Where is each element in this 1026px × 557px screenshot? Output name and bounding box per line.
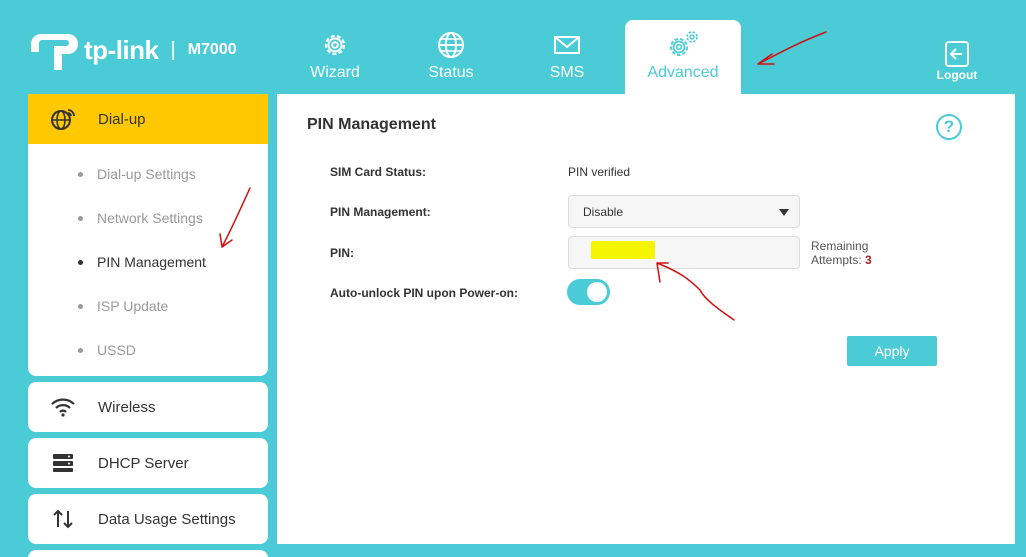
submenu-item-ussd[interactable]: USSD — [28, 328, 268, 372]
sidebar-item-dialup-label: Dial-up — [98, 110, 146, 128]
tab-sms[interactable]: SMS — [509, 20, 625, 94]
sidebar: Dial-up Dial-up Settings Network Setting… — [28, 94, 268, 557]
tab-advanced-label: Advanced — [647, 64, 719, 81]
logout-button[interactable]: Logout — [933, 40, 981, 82]
shield-icon — [50, 552, 76, 557]
submenu-item-label: Network Settings — [97, 210, 203, 226]
brand-separator: | — [170, 38, 176, 61]
annotation-arrow-advanced — [757, 31, 827, 65]
sim-status-label: SIM Card Status: — [330, 165, 427, 179]
submenu-item-isp-update[interactable]: ISP Update — [28, 284, 268, 328]
pin-input[interactable] — [568, 236, 800, 269]
submenu-item-pin-management[interactable]: PIN Management — [28, 240, 268, 284]
attempts-count: 3 — [865, 253, 872, 267]
globe-icon — [438, 32, 464, 58]
gear-icon — [324, 34, 346, 56]
pin-management-select[interactable]: Disable — [568, 195, 800, 228]
attempts-label: Attempts: — [811, 253, 862, 267]
submenu-item-label: Dial-up Settings — [97, 166, 196, 182]
logout-icon — [945, 41, 969, 67]
tab-wizard[interactable]: Wizard — [277, 20, 393, 94]
pin-label: PIN: — [330, 246, 354, 260]
main-panel: PIN Management ? SIM Card Status: PIN ve… — [277, 94, 1015, 544]
envelope-icon — [554, 36, 580, 54]
sidebar-item-data-usage[interactable]: Data Usage Settings — [28, 494, 268, 544]
toggle-knob — [587, 282, 607, 302]
tab-wizard-label: Wizard — [310, 64, 360, 81]
tab-sms-label: SMS — [549, 64, 585, 81]
submenu-item-network-settings[interactable]: Network Settings — [28, 196, 268, 240]
pin-highlight-mask — [591, 241, 655, 259]
gears-icon — [670, 31, 698, 56]
sidebar-item-dhcp-label: DHCP Server — [98, 454, 189, 472]
dialup-submenu: Dial-up Settings Network Settings PIN Ma… — [28, 144, 268, 376]
remaining-attempts: Remaining Attempts: 3 — [811, 239, 872, 267]
caret-down-icon — [779, 209, 789, 216]
submenu-item-label: ISP Update — [97, 298, 169, 314]
tp-link-logo: tp-link | M7000 — [28, 22, 237, 78]
pin-management-label: PIN Management: — [330, 205, 431, 219]
bullet-icon — [78, 171, 83, 177]
tab-advanced[interactable]: Advanced — [625, 20, 741, 94]
remaining-label: Remaining — [811, 239, 869, 253]
tab-status[interactable]: Status — [393, 20, 509, 94]
arrows-updown-icon — [50, 506, 76, 532]
brand-name: tp-link — [84, 34, 159, 65]
tp-link-logo-icon — [28, 24, 80, 76]
globe-wifi-icon — [50, 106, 76, 132]
sidebar-item-data-usage-label: Data Usage Settings — [98, 510, 236, 528]
logout-label: Logout — [936, 68, 978, 82]
wifi-icon — [50, 394, 76, 420]
auto-unlock-label: Auto-unlock PIN upon Power-on: — [330, 286, 518, 300]
tab-status-label: Status — [428, 64, 474, 81]
bullet-icon — [78, 215, 83, 221]
submenu-item-dialup-settings[interactable]: Dial-up Settings — [28, 152, 268, 196]
sidebar-item-wireless[interactable]: Wireless — [28, 382, 268, 432]
sidebar-group-dialup: Dial-up Dial-up Settings Network Setting… — [28, 94, 268, 376]
server-icon — [50, 450, 76, 476]
sim-status-value: PIN verified — [568, 165, 631, 179]
pin-management-selected: Disable — [583, 204, 624, 219]
bullet-icon — [78, 303, 83, 309]
bullet-icon — [78, 347, 83, 353]
sidebar-item-wireless-label: Wireless — [98, 398, 156, 416]
help-icon[interactable]: ? — [936, 114, 962, 140]
apply-button[interactable]: Apply — [847, 336, 937, 366]
bullet-icon — [78, 259, 83, 265]
submenu-item-label: USSD — [97, 342, 136, 358]
sidebar-item-dialup[interactable]: Dial-up — [28, 94, 268, 144]
auto-unlock-toggle[interactable] — [567, 279, 610, 305]
sidebar-item-partial[interactable] — [28, 550, 268, 557]
sidebar-item-dhcp-server[interactable]: DHCP Server — [28, 438, 268, 488]
page-title: PIN Management — [307, 116, 436, 133]
brand-model: M7000 — [187, 41, 237, 58]
submenu-item-label: PIN Management — [97, 254, 206, 270]
